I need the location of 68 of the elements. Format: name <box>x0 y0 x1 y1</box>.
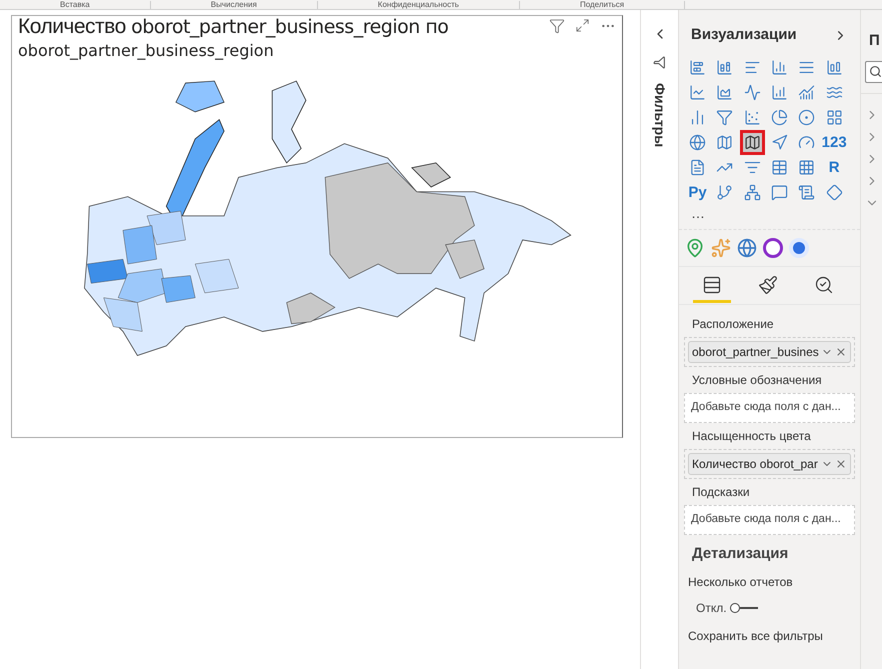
visual-type-button[interactable]: R <box>822 154 847 180</box>
filters-pane-title[interactable]: Фильтры <box>649 83 670 148</box>
map-icon <box>716 134 734 150</box>
matrix-icon <box>798 158 816 176</box>
scatter-chart-icon <box>744 108 761 126</box>
funnel-icon <box>716 108 734 126</box>
drop-zone[interactable]: Добавьте сюда поля с дан... <box>684 504 855 534</box>
donut-chart-icon <box>798 108 816 126</box>
line-column-chart-icon <box>771 84 788 100</box>
stacked-bar-chart-icon <box>689 58 706 76</box>
focus-mode-icon[interactable] <box>575 18 590 33</box>
map-visual[interactable]: Количество oborot_partner_business_region по oborot_partner_business_region <box>11 15 623 438</box>
branch-icon <box>716 184 734 200</box>
ribbon-label[interactable]: Поделиться <box>520 0 686 8</box>
analytics-icon <box>814 274 834 294</box>
area-chart-icon <box>716 84 734 100</box>
visual-title: oborot_partner_business_region <box>18 40 275 62</box>
pane-title: Визуализации <box>691 25 797 45</box>
well-label: Подсказки <box>691 484 751 500</box>
stacked-column-chart-icon <box>716 58 734 76</box>
tree-icon <box>744 184 761 200</box>
fields-icon <box>702 274 722 294</box>
field-name: oborot_partner_busines <box>692 344 820 360</box>
ribbon-label[interactable]: Вычисления <box>150 0 318 8</box>
more-visuals-button[interactable]: … <box>679 204 860 220</box>
remove-icon[interactable] <box>835 346 847 358</box>
well-label: Насыщенность цвета <box>691 428 812 444</box>
full-column-chart-icon <box>826 58 843 76</box>
waterfall-chart-icon <box>689 108 706 126</box>
arrow-icon <box>771 134 788 150</box>
shape-map-icon <box>744 134 761 150</box>
well-label: Расположение <box>691 316 775 332</box>
diamond-icon <box>826 184 843 200</box>
treemap-icon <box>826 108 843 126</box>
section-heading: Детализация <box>691 544 790 564</box>
stacked-area-chart-icon <box>744 84 761 100</box>
circle-logo-icon[interactable] <box>789 238 809 258</box>
card-icon <box>689 158 706 176</box>
visual-title: Количество oborot_partner_business_region по <box>18 16 448 38</box>
visual-type-button[interactable]: 123 <box>822 130 847 154</box>
document-icon <box>798 184 816 200</box>
search-icon <box>869 65 882 78</box>
toggle-state: Откл. <box>696 600 727 617</box>
globe-icon <box>689 134 706 150</box>
paint-roller-icon <box>758 274 778 294</box>
column-chart-icon <box>771 58 788 76</box>
pie-chart-icon <box>771 108 788 126</box>
field-name: Количество oborot_par <box>692 456 819 472</box>
setting-label: Сохранить все фильтры <box>687 628 824 645</box>
pane-title: П <box>868 31 881 51</box>
field-chip[interactable]: oborot_partner_busines <box>684 336 855 366</box>
ribbon-label[interactable]: Вставка <box>0 0 151 8</box>
field-chip[interactable]: Количество oborot_par <box>684 448 855 478</box>
visual-type-button[interactable] <box>740 130 765 154</box>
gauge-icon <box>798 134 816 150</box>
line-chart-icon <box>689 84 706 100</box>
globe-icon[interactable] <box>737 238 757 258</box>
remove-icon[interactable] <box>835 458 847 470</box>
well-label: Условные обозначения <box>691 372 823 388</box>
combo-chart-icon <box>798 84 816 100</box>
map-pin-icon[interactable] <box>685 238 705 258</box>
toggle-switch[interactable] <box>730 603 758 613</box>
ribbon-label[interactable]: Конфиденциальность <box>318 0 520 8</box>
speech-bubble-icon <box>771 184 788 200</box>
drop-zone[interactable]: Добавьте сюда поля с дан... <box>684 392 855 422</box>
setting-label: Несколько отчетов <box>687 574 794 591</box>
visual-type-button[interactable]: Py <box>685 180 710 204</box>
table-icon <box>771 158 788 176</box>
